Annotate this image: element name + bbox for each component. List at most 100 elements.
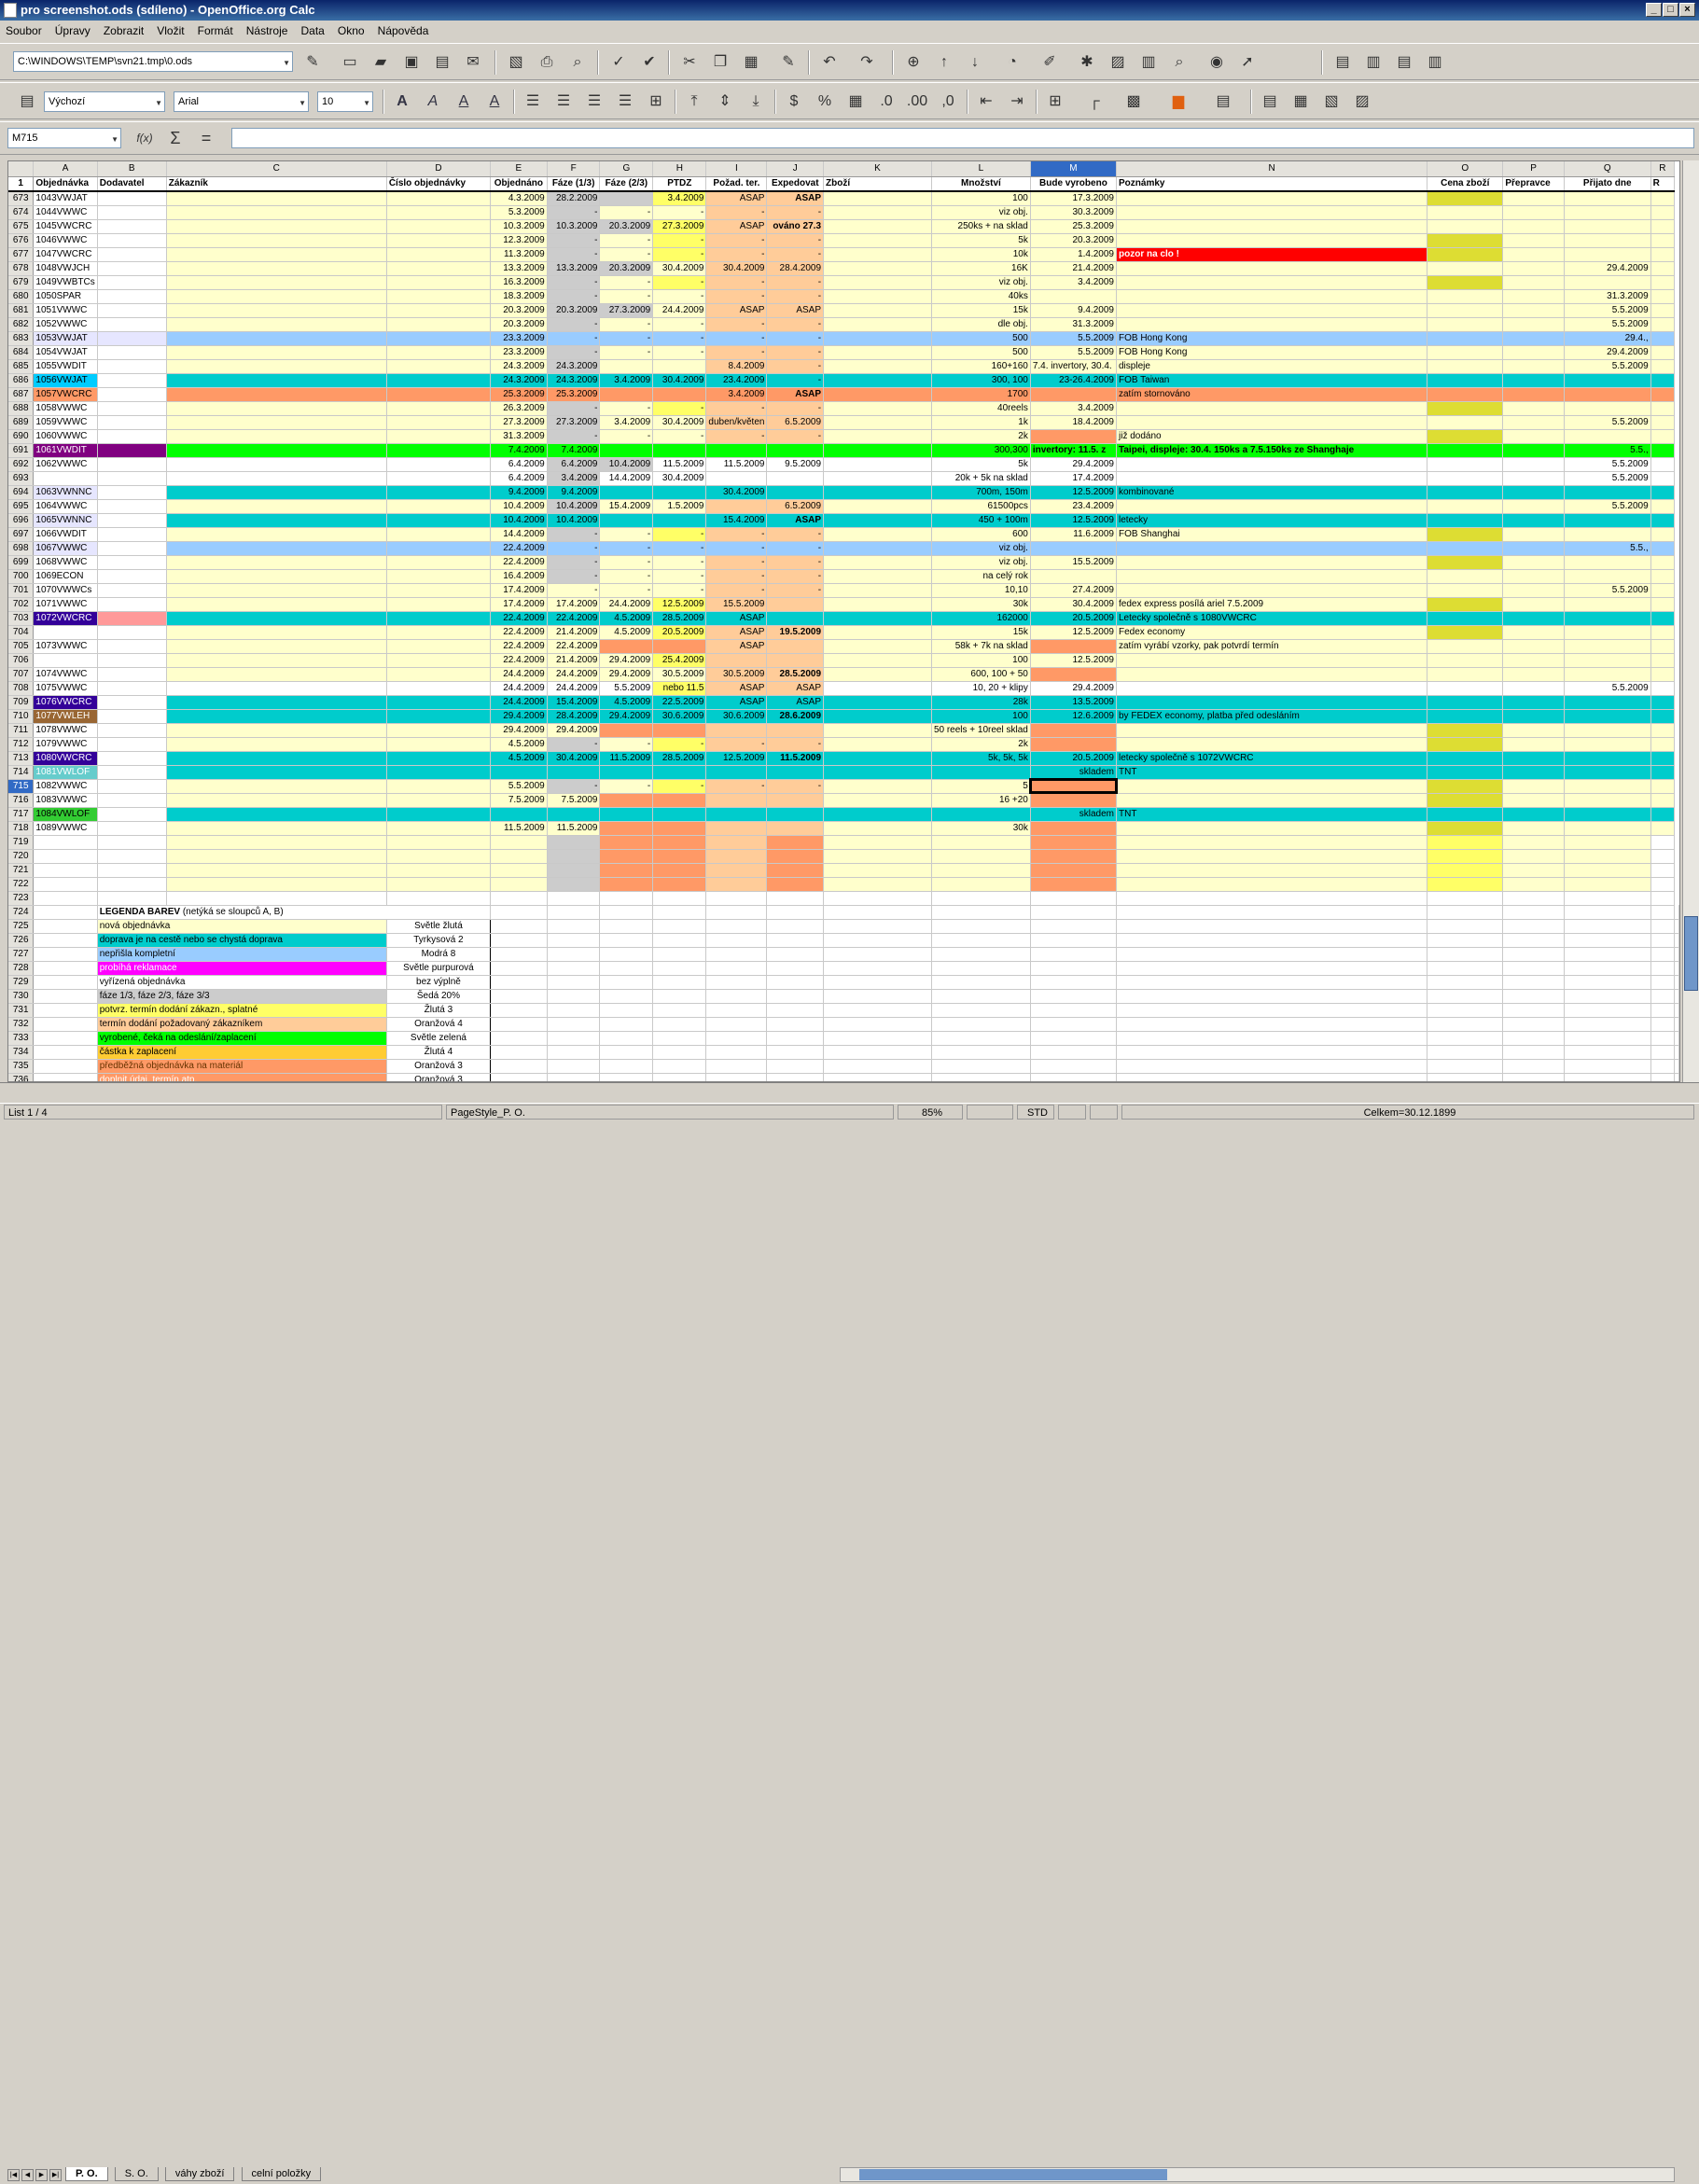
cell-k[interactable] bbox=[823, 835, 932, 850]
header-cell-e[interactable]: Objednáno bbox=[490, 176, 548, 192]
cell-k[interactable] bbox=[823, 457, 932, 472]
row-header[interactable]: 689 bbox=[8, 415, 35, 430]
cell-p[interactable] bbox=[1502, 457, 1565, 472]
cell-i[interactable] bbox=[705, 821, 768, 836]
cell-a[interactable] bbox=[33, 471, 98, 486]
cell-o[interactable] bbox=[1427, 331, 1504, 346]
row-header[interactable]: 718 bbox=[8, 821, 35, 836]
cell-d[interactable] bbox=[386, 611, 492, 626]
cell-c[interactable] bbox=[166, 639, 387, 654]
cell-q[interactable]: 29.4., bbox=[1564, 331, 1651, 346]
cell-m[interactable]: 30.4.2009 bbox=[1030, 597, 1118, 612]
cell-h[interactable]: 22.5.2009 bbox=[652, 695, 707, 710]
cell-b[interactable] bbox=[97, 877, 167, 892]
cell-n[interactable] bbox=[1116, 793, 1428, 808]
empty-cell[interactable] bbox=[823, 989, 932, 1004]
cell-b[interactable] bbox=[97, 807, 167, 822]
cell-o[interactable] bbox=[1427, 387, 1504, 402]
spellcheck-icon[interactable]: ✓ bbox=[606, 50, 631, 75]
cell-r[interactable] bbox=[1650, 275, 1676, 290]
cell-n[interactable] bbox=[1116, 541, 1428, 556]
cell-n[interactable]: kombinované bbox=[1116, 485, 1428, 500]
empty-cell[interactable] bbox=[766, 989, 825, 1004]
menu-zobrazit[interactable]: Zobrazit bbox=[104, 24, 144, 37]
cell-j[interactable] bbox=[766, 835, 825, 850]
cell-f[interactable] bbox=[547, 877, 601, 892]
cell-j[interactable]: - bbox=[766, 233, 825, 248]
cell-l[interactable]: 40ks bbox=[931, 289, 1031, 304]
cell-h[interactable] bbox=[652, 359, 707, 374]
cell-l[interactable]: 10,10 bbox=[931, 583, 1031, 598]
cell-a[interactable]: 1049VWBTCs bbox=[33, 275, 98, 290]
cell-g[interactable] bbox=[599, 359, 654, 374]
empty-cell[interactable] bbox=[931, 1045, 1031, 1060]
chevron-down-icon[interactable]: ▼ bbox=[299, 94, 306, 113]
cell-r[interactable] bbox=[1650, 835, 1676, 850]
column-header-l[interactable]: L bbox=[931, 161, 1031, 177]
cell-i[interactable] bbox=[705, 891, 768, 906]
cell-p[interactable] bbox=[1502, 723, 1565, 738]
cell-a[interactable]: 1067VWWC bbox=[33, 541, 98, 556]
align-middle-icon[interactable]: ⇕ bbox=[713, 90, 737, 114]
cell-l[interactable]: 100 bbox=[931, 709, 1031, 724]
cell-r[interactable] bbox=[1650, 317, 1676, 332]
status-zoom[interactable]: 85% bbox=[898, 1105, 963, 1120]
close-button[interactable]: × bbox=[1679, 3, 1695, 17]
cell-a[interactable]: 1063VWNNC bbox=[33, 485, 98, 500]
cell-h[interactable]: 24.4.2009 bbox=[652, 303, 707, 318]
cell-r[interactable] bbox=[1650, 190, 1676, 206]
empty-cell[interactable] bbox=[1116, 961, 1428, 976]
cell-g[interactable]: - bbox=[599, 527, 654, 542]
cell-f[interactable] bbox=[547, 835, 601, 850]
cell-o[interactable] bbox=[1427, 555, 1504, 570]
cell-e[interactable]: 10.4.2009 bbox=[490, 499, 548, 514]
column-header-i[interactable]: I bbox=[705, 161, 768, 177]
cell-l[interactable]: 100 bbox=[931, 190, 1031, 206]
row-header[interactable]: 697 bbox=[8, 527, 35, 542]
cell-p[interactable] bbox=[1502, 443, 1565, 458]
cell-n[interactable]: již dodáno bbox=[1116, 429, 1428, 444]
styles-formatting-icon[interactable]: ▤ bbox=[15, 90, 39, 114]
cell-a[interactable]: 1077VWLEH bbox=[33, 709, 98, 724]
cell-r[interactable] bbox=[1650, 303, 1676, 318]
cell-d[interactable] bbox=[386, 723, 492, 738]
cell-j[interactable]: 9.5.2009 bbox=[766, 457, 825, 472]
cell-b[interactable] bbox=[97, 849, 167, 864]
cell-h[interactable]: 30.4.2009 bbox=[652, 415, 707, 430]
cell-f[interactable]: - bbox=[547, 401, 601, 416]
cell-g[interactable]: - bbox=[599, 429, 654, 444]
empty-cell[interactable] bbox=[705, 1003, 768, 1018]
cell-c[interactable] bbox=[166, 275, 387, 290]
cell-e[interactable]: 27.3.2009 bbox=[490, 415, 548, 430]
cell-q[interactable] bbox=[1564, 429, 1651, 444]
header-cell-m[interactable]: Bude vyrobeno bbox=[1030, 176, 1118, 192]
cell-r[interactable] bbox=[1650, 709, 1676, 724]
cell-c[interactable] bbox=[166, 807, 387, 822]
cell-h[interactable] bbox=[652, 793, 707, 808]
cell-p[interactable] bbox=[1502, 863, 1565, 878]
cell-c[interactable] bbox=[166, 779, 387, 794]
delete-rows-icon[interactable]: ▤ bbox=[1392, 50, 1416, 75]
cell-o[interactable] bbox=[1427, 303, 1504, 318]
cut-icon[interactable]: ✂ bbox=[677, 50, 702, 75]
empty-cell[interactable] bbox=[1650, 1059, 1676, 1074]
cell-h[interactable]: - bbox=[652, 429, 707, 444]
cell-g[interactable]: 4.5.2009 bbox=[599, 625, 654, 640]
empty-cell[interactable] bbox=[1674, 919, 1679, 934]
empty-cell[interactable] bbox=[705, 1059, 768, 1074]
last-sheet-icon[interactable]: ▶| bbox=[49, 2169, 62, 2181]
cell-o[interactable] bbox=[1427, 667, 1504, 682]
cell-g[interactable]: 29.4.2009 bbox=[599, 709, 654, 724]
cell-q[interactable] bbox=[1564, 219, 1651, 234]
empty-cell[interactable] bbox=[547, 1059, 601, 1074]
cell-m[interactable]: 13.5.2009 bbox=[1030, 695, 1118, 710]
empty-cell[interactable] bbox=[931, 1003, 1031, 1018]
cell-k[interactable] bbox=[823, 499, 932, 514]
empty-cell[interactable] bbox=[931, 989, 1031, 1004]
cell-p[interactable] bbox=[1502, 765, 1565, 780]
cell-k[interactable] bbox=[823, 765, 932, 780]
cell-h[interactable]: 30.4.2009 bbox=[652, 373, 707, 388]
cell-r[interactable] bbox=[1650, 569, 1676, 584]
row-header[interactable]: 692 bbox=[8, 457, 35, 472]
cell-b[interactable] bbox=[97, 387, 167, 402]
